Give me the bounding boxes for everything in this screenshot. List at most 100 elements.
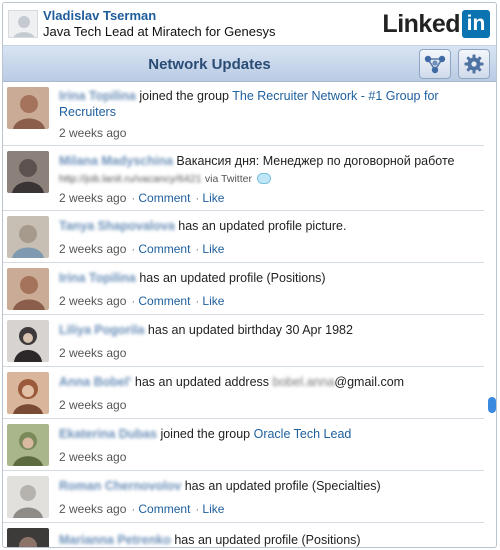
- gear-icon: [464, 54, 484, 74]
- settings-button[interactable]: [458, 49, 490, 79]
- update-text: Milana Madyschina Вакансия дня: Менеджер…: [59, 153, 480, 169]
- update-text: Marianna Petrenko has an updated profile…: [59, 532, 480, 547]
- update-meta: 2 weeks ago: [59, 126, 126, 140]
- list-item: Marianna Petrenko has an updated profile…: [3, 523, 484, 547]
- separator: ·: [131, 502, 136, 516]
- timestamp: 2 weeks ago: [59, 294, 127, 308]
- like-link[interactable]: Like: [202, 191, 224, 205]
- update-action: has an updated profile picture.: [178, 219, 347, 233]
- avatar[interactable]: [7, 424, 49, 466]
- update-meta: 2 weeks ago · Comment · Like: [59, 294, 224, 308]
- update-action: has an updated profile (Positions): [139, 271, 326, 285]
- like-link[interactable]: Like: [202, 294, 224, 308]
- comment-link[interactable]: Comment: [138, 502, 190, 516]
- update-text: Tanya Shapovalova has an updated profile…: [59, 218, 480, 234]
- timestamp: 2 weeks ago: [59, 126, 127, 140]
- email-domain: @gmail.com: [334, 375, 405, 389]
- update-action: has an updated profile (Positions): [174, 533, 361, 547]
- update-url[interactable]: http://job.lanit.ru/vacancy/6421: [59, 173, 201, 185]
- separator: ·: [195, 502, 200, 516]
- comment-link[interactable]: Comment: [138, 242, 190, 256]
- person-name[interactable]: Irina Topilina: [59, 271, 136, 285]
- twitter-bubble-icon: [257, 173, 272, 185]
- update-meta: 2 weeks ago: [59, 398, 126, 412]
- list-item: Milana Madyschina Вакансия дня: Менеджер…: [3, 146, 484, 211]
- like-link[interactable]: Like: [202, 242, 224, 256]
- update-text: Ekaterina Dubas joined the group Oracle …: [59, 426, 480, 442]
- avatar[interactable]: [7, 528, 49, 547]
- update-text: Roman Chernovolov has an updated profile…: [59, 478, 480, 494]
- separator: ·: [131, 191, 136, 205]
- person-name[interactable]: Milana Madyschina: [59, 154, 173, 168]
- update-action: joined the group: [139, 89, 229, 103]
- list-item: Irina Topilina joined the group The Recr…: [3, 83, 484, 146]
- profile-header: Vladislav Tserman Java Tech Lead at Mira…: [3, 3, 496, 43]
- person-name[interactable]: Liliya Pogorila: [59, 323, 144, 337]
- list-item: Ekaterina Dubas joined the group Oracle …: [3, 419, 484, 471]
- update-meta: 2 weeks ago: [59, 346, 126, 360]
- avatar[interactable]: [7, 320, 49, 362]
- update-action: has an updated address: [134, 375, 270, 389]
- list-item: Roman Chernovolov has an updated profile…: [3, 471, 484, 523]
- avatar[interactable]: [7, 372, 49, 414]
- avatar[interactable]: [7, 268, 49, 310]
- default-avatar-icon: [9, 11, 37, 37]
- list-item: Tanya Shapovalova has an updated profile…: [3, 211, 484, 263]
- separator: ·: [195, 294, 200, 308]
- update-feed: Irina Topilina joined the group The Recr…: [3, 83, 484, 547]
- timestamp: 2 weeks ago: [59, 450, 127, 464]
- group-link[interactable]: Oracle Tech Lead: [254, 427, 352, 441]
- linkedin-logo[interactable]: Linked in: [382, 9, 490, 39]
- comment-link[interactable]: Comment: [138, 294, 190, 308]
- title-bar: Network Updates: [3, 45, 496, 82]
- separator: ·: [195, 191, 200, 205]
- avatar[interactable]: [7, 216, 49, 258]
- network-button[interactable]: [419, 49, 451, 79]
- avatar[interactable]: [7, 151, 49, 193]
- update-action: joined the group: [160, 427, 251, 441]
- update-url-line: http://job.lanit.ru/vacancy/6421 via Twi…: [59, 170, 480, 187]
- avatar[interactable]: [7, 87, 49, 129]
- scrollbar-thumb[interactable]: [488, 397, 496, 413]
- update-meta: 2 weeks ago · Comment · Like: [59, 502, 224, 516]
- email-user: bobel.anna: [272, 375, 335, 389]
- timestamp: 2 weeks ago: [59, 398, 127, 412]
- profile-headline: Java Tech Lead at Miratech for Genesys: [43, 24, 276, 39]
- avatar[interactable]: [7, 476, 49, 518]
- update-action: has an updated profile (Specialties): [184, 479, 381, 493]
- update-text: Irina Topilina has an updated profile (P…: [59, 270, 480, 286]
- list-item: Liliya Pogorila has an updated birthday …: [3, 315, 484, 367]
- person-name[interactable]: Marianna Petrenko: [59, 533, 171, 547]
- timestamp: 2 weeks ago: [59, 346, 127, 360]
- update-meta: 2 weeks ago · Comment · Like: [59, 191, 224, 205]
- timestamp: 2 weeks ago: [59, 242, 127, 256]
- update-meta: 2 weeks ago · Comment · Like: [59, 242, 224, 256]
- person-name[interactable]: Anna Bobel': [59, 375, 131, 389]
- update-meta: 2 weeks ago: [59, 450, 126, 464]
- separator: ·: [195, 242, 200, 256]
- widget-frame: Vladislav Tserman Java Tech Lead at Mira…: [2, 2, 497, 548]
- avatar[interactable]: [8, 10, 38, 38]
- list-item: Irina Topilina has an updated profile (P…: [3, 263, 484, 315]
- timestamp: 2 weeks ago: [59, 191, 127, 205]
- separator: ·: [131, 242, 136, 256]
- like-link[interactable]: Like: [202, 502, 224, 516]
- update-text: Irina Topilina joined the group The Recr…: [59, 88, 480, 120]
- logo-text: Linked: [382, 10, 460, 38]
- person-name[interactable]: Ekaterina Dubas: [59, 427, 157, 441]
- list-item: Anna Bobel' has an updated address bobel…: [3, 367, 484, 419]
- person-name[interactable]: Irina Topilina: [59, 89, 136, 103]
- page-title: Network Updates: [148, 56, 271, 73]
- profile-name[interactable]: Vladislav Tserman: [43, 8, 156, 23]
- logo-box: in: [462, 10, 490, 38]
- separator: ·: [131, 294, 136, 308]
- via-source: via Twitter: [204, 173, 252, 185]
- person-name[interactable]: Tanya Shapovalova: [59, 219, 175, 233]
- update-action: has an updated birthday 30 Apr 1982: [147, 323, 353, 337]
- update-text: Liliya Pogorila has an updated birthday …: [59, 322, 480, 338]
- scrollbar[interactable]: [486, 83, 496, 547]
- person-name[interactable]: Roman Chernovolov: [59, 479, 181, 493]
- network-icon: [424, 55, 446, 74]
- comment-link[interactable]: Comment: [138, 191, 190, 205]
- timestamp: 2 weeks ago: [59, 502, 127, 516]
